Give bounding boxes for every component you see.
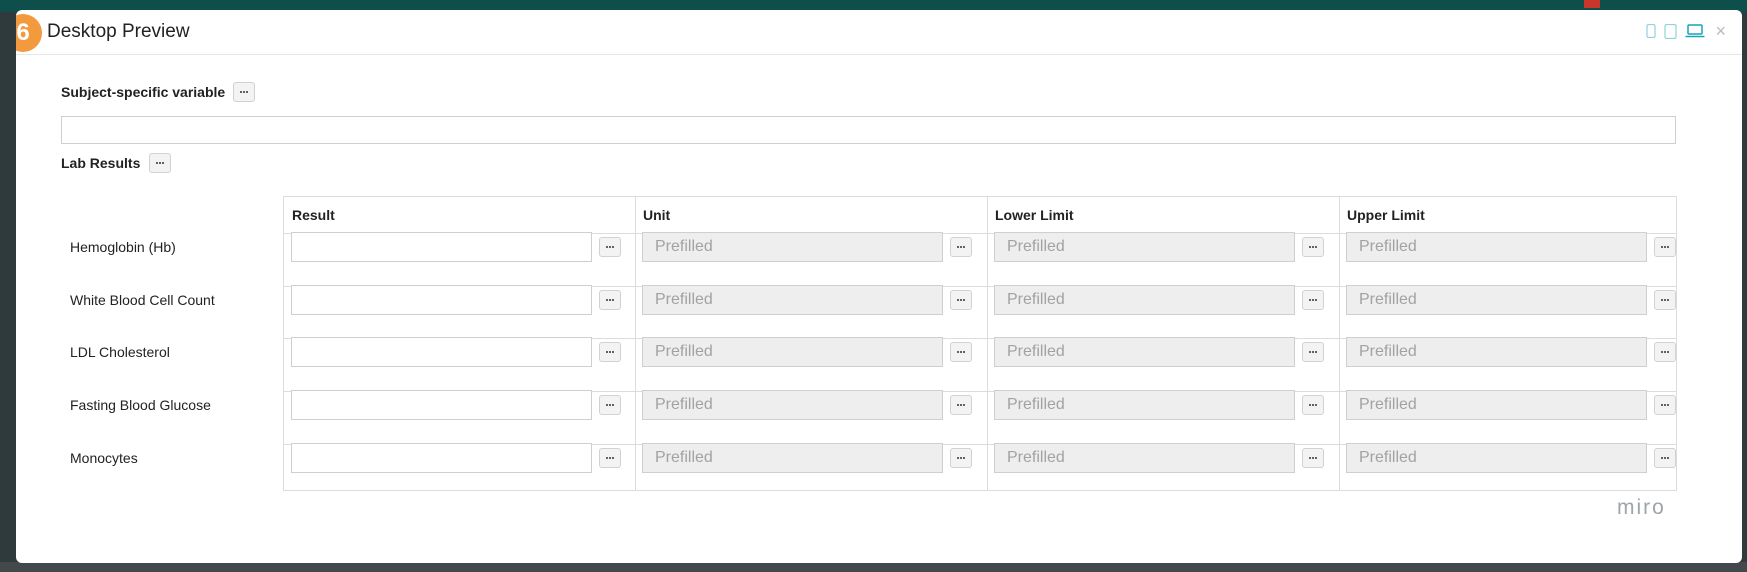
device-switcher: × [1646, 22, 1726, 40]
upper-more-button[interactable] [1654, 342, 1676, 362]
tablet-icon[interactable] [1664, 23, 1678, 39]
upper-more-button[interactable] [1654, 237, 1676, 257]
column-header: Result [292, 207, 335, 223]
row-label: White Blood Cell Count [70, 292, 215, 308]
unit-more-button[interactable] [950, 237, 972, 257]
lower-input: Prefilled [994, 337, 1295, 367]
lab-results-label: Lab Results [61, 155, 141, 171]
result-more-button[interactable] [599, 237, 621, 257]
row-label: LDL Cholesterol [70, 344, 170, 360]
modal-header: 6 Desktop Preview × [16, 10, 1742, 55]
upper-input: Prefilled [1346, 443, 1647, 473]
column-header: Unit [643, 207, 671, 223]
unit-input: Prefilled [642, 232, 943, 262]
result-input[interactable] [291, 337, 592, 367]
unit-more-button[interactable] [950, 395, 972, 415]
lower-more-button[interactable] [1302, 395, 1324, 415]
subject-variable-label: Subject-specific variable [61, 84, 226, 100]
unit-more-button[interactable] [950, 290, 972, 310]
unit-input: Prefilled [642, 285, 943, 315]
lower-input: Prefilled [994, 285, 1295, 315]
upper-more-button[interactable] [1654, 395, 1676, 415]
result-more-button[interactable] [599, 395, 621, 415]
unit-input: Prefilled [642, 390, 943, 420]
close-icon[interactable]: × [1715, 22, 1726, 40]
background-bottom-bar [0, 562, 1747, 572]
column-header: Upper Limit [1347, 207, 1425, 223]
unit-input: Prefilled [642, 337, 943, 367]
subject-variable-input[interactable] [61, 116, 1676, 144]
lower-more-button[interactable] [1302, 448, 1324, 468]
lower-input: Prefilled [994, 232, 1295, 262]
result-input[interactable] [291, 443, 592, 473]
upper-input: Prefilled [1346, 285, 1647, 315]
upper-input: Prefilled [1346, 337, 1647, 367]
upper-more-button[interactable] [1654, 448, 1676, 468]
desktop-preview-modal: 6 Desktop Preview × Subject-specific var… [16, 10, 1742, 563]
unit-more-button[interactable] [950, 342, 972, 362]
row-label: Hemoglobin (Hb) [70, 239, 176, 255]
result-more-button[interactable] [599, 448, 621, 468]
lower-more-button[interactable] [1302, 342, 1324, 362]
subject-more-button[interactable] [233, 82, 255, 102]
lower-input: Prefilled [994, 390, 1295, 420]
result-more-button[interactable] [599, 342, 621, 362]
miro-watermark: miro [1617, 496, 1666, 519]
row-label: Monocytes [70, 450, 138, 466]
lower-input: Prefilled [994, 443, 1295, 473]
upper-input: Prefilled [1346, 390, 1647, 420]
column-header: Lower Limit [995, 207, 1074, 223]
lower-more-button[interactable] [1302, 237, 1324, 257]
laptop-icon[interactable] [1685, 24, 1705, 38]
column-divider [1339, 197, 1340, 490]
result-input[interactable] [291, 285, 592, 315]
modal-title: Desktop Preview [47, 21, 190, 42]
result-more-button[interactable] [599, 290, 621, 310]
notification-badge [1584, 0, 1600, 8]
result-input[interactable] [291, 390, 592, 420]
phone-icon[interactable] [1646, 24, 1657, 38]
unit-more-button[interactable] [950, 448, 972, 468]
upper-input: Prefilled [1346, 232, 1647, 262]
row-label: Fasting Blood Glucose [70, 397, 211, 413]
step-badge: 6 [16, 14, 42, 52]
lower-more-button[interactable] [1302, 290, 1324, 310]
column-divider [635, 197, 636, 490]
result-input[interactable] [291, 232, 592, 262]
column-divider [987, 197, 988, 490]
unit-input: Prefilled [642, 443, 943, 473]
upper-more-button[interactable] [1654, 290, 1676, 310]
lab-results-more-button[interactable] [149, 153, 171, 173]
